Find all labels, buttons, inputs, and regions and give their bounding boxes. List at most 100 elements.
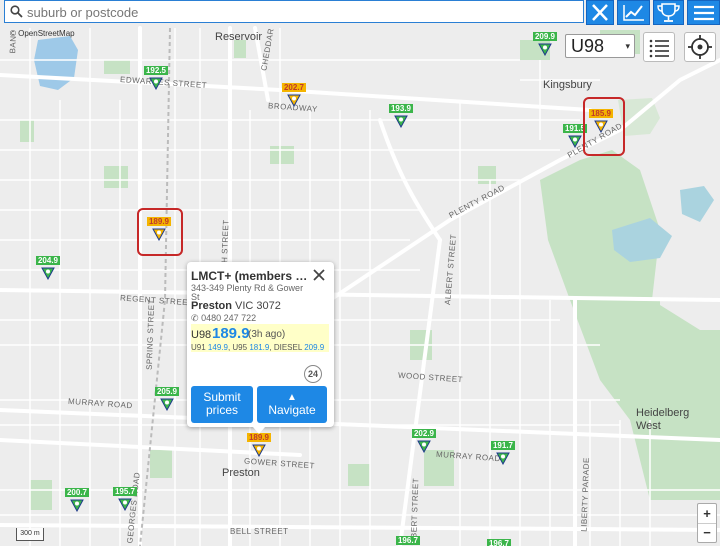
station-logo-icon xyxy=(252,444,266,457)
marker-price: 195.7 xyxy=(113,487,137,496)
fuel-station-marker[interactable]: 196.7 xyxy=(487,539,511,546)
menu-button[interactable] xyxy=(687,0,720,25)
map-canvas xyxy=(0,26,720,546)
marker-price: 191.7 xyxy=(491,441,515,450)
station-popup: LMCT+ (members o... 343-349 Plenty Rd & … xyxy=(187,262,334,434)
map-scale-bar: 300 m xyxy=(16,528,44,541)
other-fuel-price: 209.9 xyxy=(304,343,325,352)
fuel-station-marker[interactable]: 209.9 xyxy=(533,32,557,60)
crosshair-icon xyxy=(688,35,712,59)
fuel-type-selected: U98 xyxy=(571,36,605,56)
station-phone[interactable]: ✆ 0480 247 722 xyxy=(191,313,256,324)
clear-search-button[interactable] xyxy=(586,0,614,25)
station-logo-icon xyxy=(160,398,174,411)
station-state-postcode: VIC 3072 xyxy=(235,300,281,312)
station-logo-icon xyxy=(417,440,431,453)
trend-chart-icon xyxy=(623,5,644,21)
fuel-station-marker[interactable]: 193.9 xyxy=(389,104,413,132)
marker-price: 189.9 xyxy=(247,433,271,442)
street-label-bell: BELL STREET xyxy=(230,527,289,536)
marker-price: 196.7 xyxy=(487,539,511,546)
phone-icon: ✆ xyxy=(191,313,199,323)
fuel-station-marker[interactable]: 202.7 xyxy=(282,83,306,111)
fuel-station-marker[interactable]: 191.7 xyxy=(491,441,515,469)
price-panel: U98 189.9 (3h ago) U91 149.9, U95 181.9,… xyxy=(191,324,329,352)
navigate-label: Navigate xyxy=(268,403,316,417)
station-logo-icon xyxy=(41,267,55,280)
marker-price: 196.7 xyxy=(396,536,420,545)
fuel-station-marker[interactable]: 195.7 xyxy=(113,487,137,515)
main-fuel-price: 189.9 xyxy=(212,325,250,342)
price-updated-ago: (3h ago) xyxy=(248,329,286,340)
other-fuel-price: 181.9 xyxy=(249,343,270,352)
search-bar[interactable] xyxy=(4,0,584,23)
fuel-station-marker[interactable]: 192.5 xyxy=(144,66,168,94)
locate-me-button[interactable] xyxy=(684,32,716,62)
station-logo-icon xyxy=(149,77,163,90)
map-view[interactable]: Reservoir Kingsbury Preston Heidelberg W… xyxy=(0,0,720,546)
other-fuel-price: 149.9 xyxy=(207,343,228,352)
distance-badge: 24 xyxy=(304,365,322,383)
station-logo-icon xyxy=(394,115,408,128)
chevron-down-icon: ▾ xyxy=(625,41,630,51)
station-logo-icon xyxy=(568,135,582,148)
marker-price: 192.5 xyxy=(144,66,168,75)
leaderboard-button[interactable] xyxy=(653,0,684,25)
fuel-type-select[interactable]: U98 ▾ xyxy=(565,34,635,58)
marker-price: 202.7 xyxy=(282,83,306,92)
place-label-preston: Preston xyxy=(222,467,260,479)
list-icon xyxy=(649,39,669,58)
trophy-icon xyxy=(657,3,680,22)
navigate-arrow-icon: ▲ xyxy=(287,392,297,403)
highlight-box-kingsbury xyxy=(583,97,625,156)
other-fuel-prices: U91 149.9, U95 181.9, DIESEL 209.9 xyxy=(191,343,325,352)
fuel-station-marker[interactable]: 205.9 xyxy=(155,387,179,415)
street-label-ban: BAN xyxy=(8,35,18,54)
marker-price: 209.9 xyxy=(533,32,557,41)
station-phone-number: 0480 247 722 xyxy=(201,313,257,323)
marker-price: 202.9 xyxy=(412,429,436,438)
other-fuel-type: DIESEL xyxy=(273,343,302,352)
marker-price: 205.9 xyxy=(155,387,179,396)
place-label-reservoir: Reservoir xyxy=(215,31,263,43)
fuel-station-marker[interactable]: 202.9 xyxy=(412,429,436,457)
search-icon xyxy=(10,5,23,18)
highlight-box-reservoir xyxy=(137,208,183,256)
station-logo-icon xyxy=(118,498,132,511)
search-input[interactable] xyxy=(27,3,577,21)
place-label-kingsbury: Kingsbury xyxy=(543,79,592,91)
price-trends-button[interactable] xyxy=(617,0,650,25)
close-icon xyxy=(592,4,608,21)
popup-pointer xyxy=(253,427,265,434)
marker-price: 193.9 xyxy=(389,104,413,113)
station-suburb-line: Preston VIC 3072 xyxy=(191,300,281,312)
submit-prices-button[interactable]: Submit prices xyxy=(191,386,253,423)
fuel-station-marker[interactable]: 196.7 xyxy=(396,536,420,546)
fuel-station-marker[interactable]: 204.9 xyxy=(36,256,60,284)
list-view-button[interactable] xyxy=(643,32,675,62)
other-fuel-type: U95 xyxy=(232,343,248,352)
fuel-station-marker[interactable]: 200.7 xyxy=(65,488,89,516)
marker-price: 204.9 xyxy=(36,256,60,265)
submit-label-line1: Submit xyxy=(203,390,241,404)
station-logo-icon xyxy=(538,43,552,56)
marker-price: 200.7 xyxy=(65,488,89,497)
fuel-station-marker[interactable]: 189.9 xyxy=(247,433,271,461)
station-address-line1: 343-349 Plenty Rd & Gower xyxy=(191,283,304,293)
submit-label-line2: prices xyxy=(205,403,238,417)
station-logo-icon xyxy=(287,94,301,107)
hamburger-menu-icon xyxy=(694,5,714,21)
station-suburb: Preston xyxy=(191,300,232,312)
navigate-button[interactable]: ▲ Navigate xyxy=(257,386,327,423)
zoom-in-button[interactable]: + xyxy=(698,504,716,524)
station-name: LMCT+ (members o... xyxy=(191,269,309,283)
place-label-heidelberg-west: Heidelberg West xyxy=(636,407,690,432)
main-fuel-type: U98 xyxy=(191,329,212,341)
other-fuel-type: U91 xyxy=(191,343,206,352)
close-icon[interactable] xyxy=(312,268,326,282)
map-attribution[interactable]: © OpenStreetMap xyxy=(10,29,75,38)
zoom-out-button[interactable]: − xyxy=(698,523,716,542)
station-logo-icon xyxy=(496,452,510,465)
zoom-control: + − xyxy=(697,503,717,543)
station-logo-icon xyxy=(70,499,84,512)
